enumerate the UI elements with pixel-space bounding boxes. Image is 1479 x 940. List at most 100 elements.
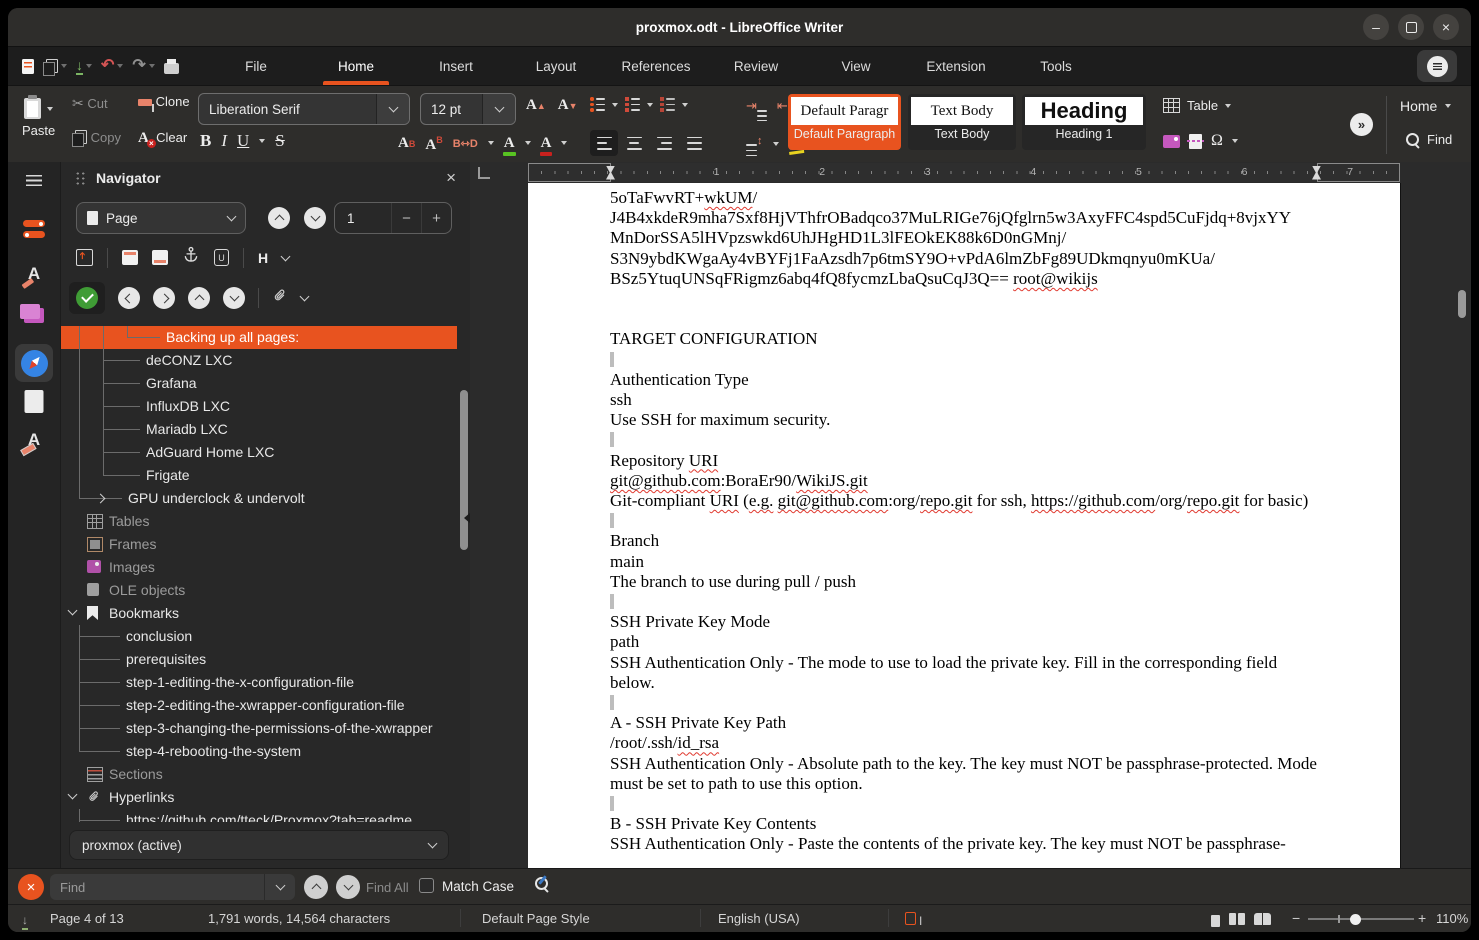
clear-formatting-button[interactable]: A Clear xyxy=(138,130,187,147)
copy-quick-button[interactable] xyxy=(41,57,69,75)
tab-references[interactable]: References xyxy=(606,47,706,85)
table-insert-button[interactable]: Table xyxy=(1163,98,1231,113)
navigator-tree-item[interactable]: Grafana xyxy=(61,372,457,395)
insert-image-button[interactable] xyxy=(1163,135,1180,148)
footnote-button[interactable]: U xyxy=(214,249,229,266)
tree-collapse-icon[interactable] xyxy=(68,606,78,616)
save-status-icon[interactable]: ↓ xyxy=(22,912,28,927)
document-line[interactable]: SSH Authentication Only - The mode to us… xyxy=(610,653,1318,693)
document-line[interactable]: path xyxy=(610,632,1318,652)
sidebar-style-inspector-button[interactable]: A xyxy=(28,430,40,450)
document-line[interactable] xyxy=(610,794,1318,814)
document-line[interactable]: B - SSH Private Key Contents xyxy=(610,814,1318,834)
save-button[interactable]: ↓ xyxy=(74,56,94,77)
redo-button[interactable]: ↷ xyxy=(130,56,156,76)
page-break-button[interactable] xyxy=(1189,134,1202,149)
tree-expand-icon[interactable] xyxy=(96,494,106,504)
document-line[interactable] xyxy=(610,309,1318,329)
sidebar-page-button[interactable] xyxy=(25,390,44,413)
spacing-dropdown-icon[interactable] xyxy=(488,141,494,145)
navigate-by-dropdown[interactable]: Page xyxy=(76,202,246,234)
document-text[interactable]: 5oTaFwvRT+wkUM/J4B4xkdeR9mha7Sxf8HjVThfr… xyxy=(610,188,1318,855)
document-line[interactable]: /root/.ssh/id_rsa xyxy=(610,733,1318,753)
toolbar-overflow-button[interactable]: » xyxy=(1350,113,1373,136)
increase-indent-button[interactable]: ⇥ xyxy=(746,98,767,121)
subscript-button[interactable]: AB xyxy=(398,136,415,151)
bold-button[interactable]: B xyxy=(200,132,211,149)
document-line[interactable]: J4B4xkdeR9mha7Sxf8HjVThfrOBadqco37MuLRIG… xyxy=(610,208,1318,228)
document-line[interactable]: SSH Authentication Only - Absolute path … xyxy=(610,754,1318,794)
document-line[interactable] xyxy=(610,289,1318,309)
document-scrollbar[interactable] xyxy=(1456,162,1468,868)
document-line[interactable]: SSH Private Key Mode xyxy=(610,612,1318,632)
single-page-view-button[interactable] xyxy=(1211,915,1220,927)
navigator-tree-item[interactable]: AdGuard Home LXC xyxy=(61,441,457,464)
footer-button[interactable] xyxy=(152,250,168,265)
content-navigation-view-button[interactable] xyxy=(76,249,93,266)
navigator-tree-item[interactable]: Frigate xyxy=(61,464,457,487)
character-spacing-button[interactable]: B⇿D xyxy=(453,137,478,150)
navigator-tree-item[interactable]: InfluxDB LXC xyxy=(61,395,457,418)
strikethrough-button[interactable]: S xyxy=(275,132,284,149)
document-line[interactable]: Repository URI xyxy=(610,451,1318,471)
style-card-heading-1[interactable]: Heading Heading 1 xyxy=(1022,94,1146,150)
navigator-tree-item[interactable]: Mariadb LXC xyxy=(61,418,457,441)
document-line[interactable]: git@github.com:BoraEr90/WikiJS.git xyxy=(610,471,1318,491)
selection-mode-status[interactable]: I xyxy=(905,912,922,928)
reminder-toggle-button[interactable] xyxy=(69,282,105,314)
justify-button[interactable] xyxy=(680,130,708,156)
highlight-dropdown-icon[interactable] xyxy=(525,141,531,145)
previous-page-button[interactable] xyxy=(268,207,290,229)
document-line[interactable] xyxy=(610,693,1318,713)
align-center-button[interactable] xyxy=(620,130,648,156)
find-next-button[interactable] xyxy=(336,875,360,899)
tree-collapse-icon[interactable] xyxy=(68,790,78,800)
find-close-button[interactable]: × xyxy=(18,874,44,900)
navigator-tree-item[interactable]: step-1-editing-the-x-configuration-file xyxy=(61,671,457,694)
document-line[interactable]: 5oTaFwvRT+wkUM/ xyxy=(610,188,1318,208)
demote-button[interactable] xyxy=(223,287,245,309)
navigator-tree-item[interactable]: step-4-rebooting-the-system xyxy=(61,740,457,763)
bullet-dropdown-icon[interactable] xyxy=(612,103,618,107)
page-count-status[interactable]: Page 4 of 13 xyxy=(50,911,124,926)
document-line[interactable] xyxy=(610,430,1318,450)
document-line[interactable]: Branch xyxy=(610,531,1318,551)
document-line[interactable]: SSH Authentication Only - Paste the cont… xyxy=(610,834,1318,854)
decrease-font-size-button[interactable]: A▼ xyxy=(558,98,578,113)
sidebar-gallery-button[interactable] xyxy=(24,308,44,323)
bullet-list-button[interactable] xyxy=(590,98,605,111)
font-size-combobox[interactable]: 12 pt xyxy=(420,93,516,125)
navigator-tree-item[interactable]: Tables xyxy=(61,510,457,533)
navigator-tree-item[interactable]: OLE objects xyxy=(61,579,457,602)
document-line[interactable]: BSz5YtuqUNSqFRigmz6abq4fQ8fycmzLbaQsuCqJ… xyxy=(610,269,1318,289)
navigator-scrollbar-thumb[interactable] xyxy=(460,390,468,550)
document-page[interactable]: 5oTaFwvRT+wkUM/J4B4xkdeR9mha7Sxf8HjVThfr… xyxy=(528,183,1401,868)
navigator-tree-item[interactable]: Hyperlinks xyxy=(61,786,457,809)
special-character-button[interactable]: Ω xyxy=(1211,132,1223,150)
document-line[interactable]: TARGET CONFIGURATION xyxy=(610,329,1318,349)
tab-extension[interactable]: Extension xyxy=(906,47,1006,85)
tab-stop-selector[interactable] xyxy=(478,167,490,179)
new-document-button[interactable] xyxy=(20,57,36,76)
line-spacing-button[interactable]: ↕ xyxy=(746,132,763,156)
italic-button[interactable]: I xyxy=(221,132,227,149)
align-right-button[interactable] xyxy=(650,130,678,156)
outline-list-button[interactable] xyxy=(660,98,675,111)
zoom-in-button[interactable]: + xyxy=(1418,910,1426,926)
find-previous-button[interactable] xyxy=(304,875,328,899)
style-card-text-body[interactable]: Text Body Text Body xyxy=(908,94,1016,150)
font-size-dropdown-button[interactable] xyxy=(482,94,515,124)
find-toolbar-button[interactable]: Find xyxy=(1406,132,1452,147)
font-name-dropdown-button[interactable] xyxy=(376,94,409,124)
navigator-document-selector[interactable]: proxmox (active) xyxy=(69,830,449,860)
document-line[interactable]: main xyxy=(610,552,1318,572)
align-left-button[interactable] xyxy=(590,130,618,156)
page-style-status[interactable]: Default Page Style xyxy=(482,911,590,926)
superscript-button[interactable]: AB xyxy=(425,133,442,153)
navigator-scrollbar[interactable] xyxy=(459,326,469,826)
book-view-button[interactable] xyxy=(1254,913,1271,928)
font-color-button[interactable]: A xyxy=(541,136,552,151)
increase-font-size-button[interactable]: A▲ xyxy=(526,98,546,113)
font-name-combobox[interactable]: Liberation Serif xyxy=(198,93,410,125)
print-button[interactable] xyxy=(162,57,181,76)
